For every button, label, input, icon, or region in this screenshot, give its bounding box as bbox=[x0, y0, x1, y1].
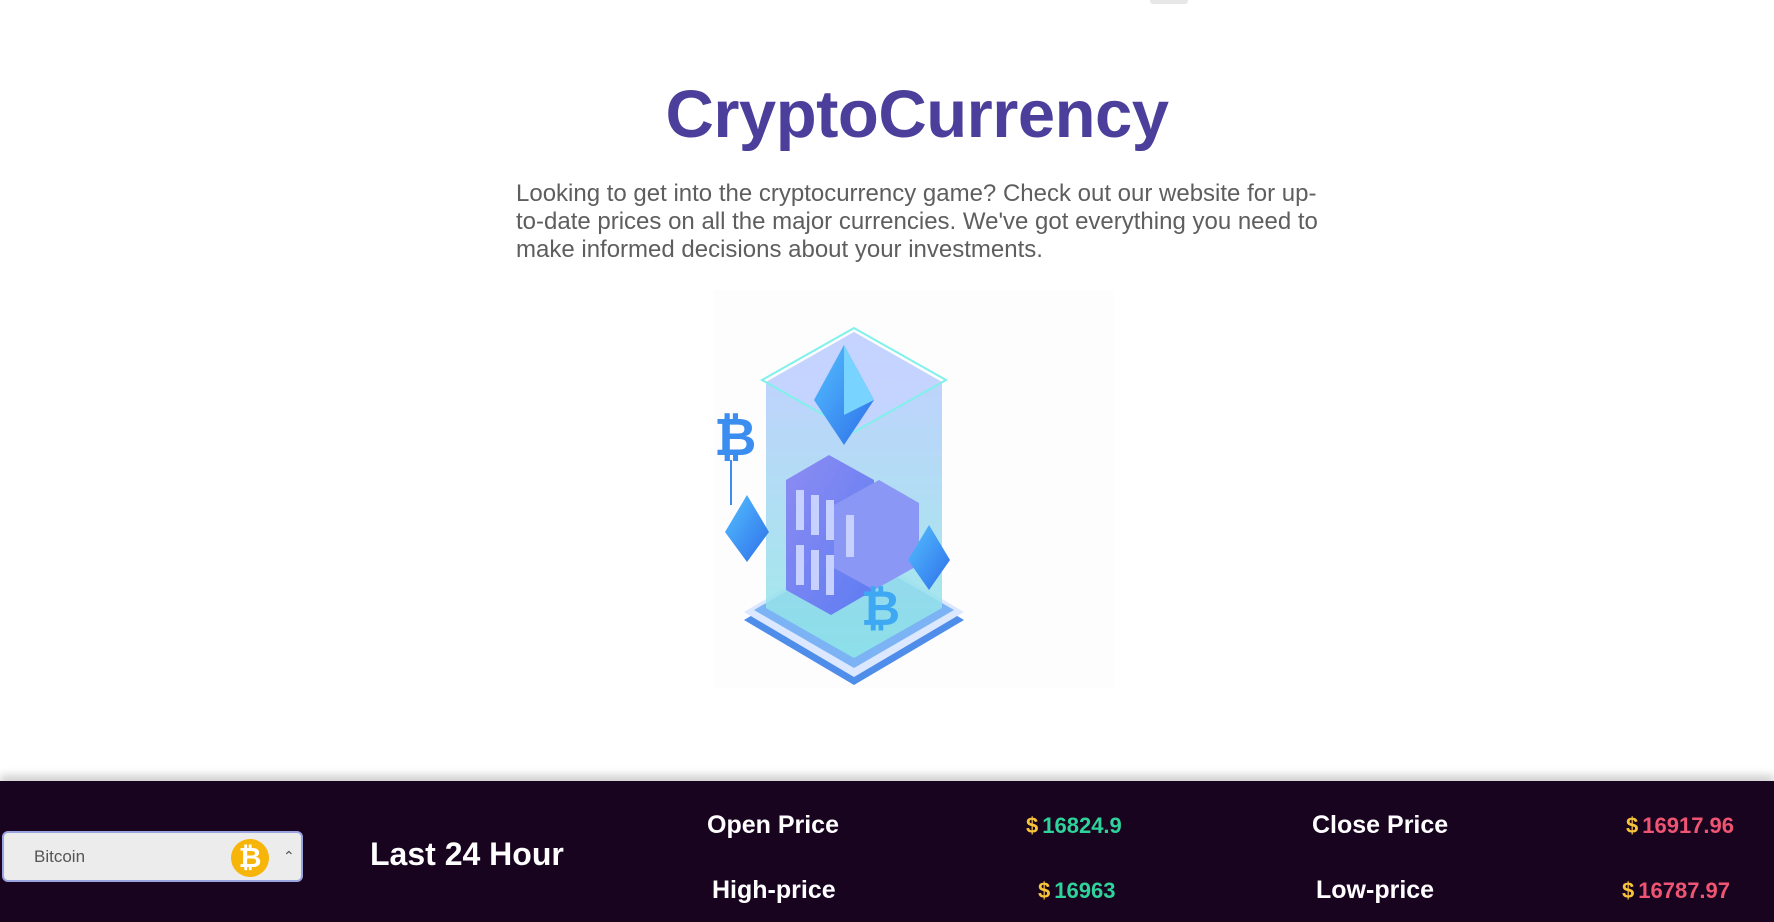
svg-text:₿: ₿ bbox=[861, 581, 900, 637]
high-price-amount: 16963 bbox=[1054, 878, 1116, 903]
currency-symbol: $ bbox=[1038, 878, 1051, 903]
coin-select-dropdown[interactable]: Bitcoin ₿ ⌃ bbox=[2, 831, 303, 882]
coin-select-value: Bitcoin bbox=[34, 846, 86, 866]
bitcoin-icon: ₿ bbox=[231, 839, 269, 877]
open-price-value: $16824.9 bbox=[1026, 813, 1122, 839]
low-price-amount: 16787.97 bbox=[1638, 878, 1731, 903]
close-price-label: Close Price bbox=[1312, 811, 1449, 839]
currency-symbol: $ bbox=[1026, 813, 1039, 838]
period-label: Last 24 Hour bbox=[370, 836, 564, 872]
close-price-amount: 16917.96 bbox=[1642, 813, 1735, 838]
top-tab-handle[interactable] bbox=[1150, 0, 1188, 4]
currency-symbol: $ bbox=[1626, 813, 1639, 838]
open-price-label: Open Price bbox=[707, 811, 839, 839]
low-price-value: $16787.97 bbox=[1622, 878, 1730, 904]
crypto-tower-illustration: ₿ ₿ bbox=[714, 290, 1114, 688]
close-price-value: $16917.96 bbox=[1626, 813, 1734, 839]
page-title: CryptoCurrency bbox=[665, 77, 1169, 152]
high-price-label: High-price bbox=[712, 876, 836, 904]
low-price-label: Low-price bbox=[1316, 876, 1435, 904]
price-ticker-bar: Bitcoin ₿ ⌃ Last 24 Hour Open Price $168… bbox=[0, 781, 1774, 922]
open-price-amount: 16824.9 bbox=[1042, 813, 1122, 838]
chevron-up-icon[interactable]: ⌃ bbox=[283, 848, 297, 864]
page: CryptoCurrency Looking to get into the c… bbox=[0, 0, 1774, 922]
high-price-value: $16963 bbox=[1038, 878, 1115, 904]
currency-symbol: $ bbox=[1622, 878, 1635, 903]
svg-text:₿: ₿ bbox=[714, 408, 756, 468]
hero-description: Looking to get into the cryptocurrency g… bbox=[516, 180, 1318, 263]
